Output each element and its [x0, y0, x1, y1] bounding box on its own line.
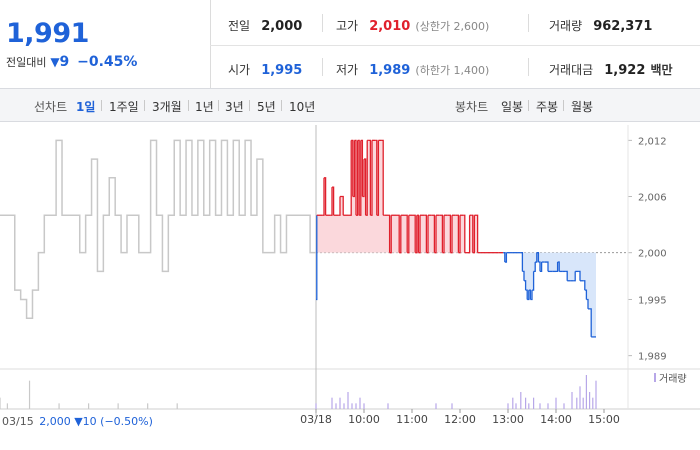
y-tick-label: 2,012	[638, 136, 667, 147]
x-tick-label: 13:00	[492, 413, 524, 426]
today-series-segment	[586, 298, 589, 309]
down-area-fill	[316, 252, 596, 337]
tab-10y[interactable]: 10년	[289, 98, 315, 115]
prev-day-info: 03/15 2,000 ▼10 (−0.50%)	[2, 415, 153, 428]
tab-3y[interactable]: 3년	[225, 98, 244, 115]
stat-open: 시가 1,995	[228, 63, 303, 78]
today-series-segment	[583, 280, 586, 291]
tab-1d[interactable]: 1일	[76, 98, 95, 115]
today-series-segment	[330, 187, 333, 216]
prev-day-close: 2,000	[39, 415, 71, 428]
stat-trade-value: 거래대금 1,922 백만	[549, 63, 673, 78]
tab-separator	[144, 100, 145, 111]
header-divider	[528, 58, 529, 76]
today-series-segment	[468, 215, 471, 254]
stat-value: 1,989	[369, 63, 411, 78]
prev-day-change: ▼10	[74, 415, 97, 428]
down-triangle-icon: ▼	[50, 55, 60, 69]
today-series-segment	[524, 280, 527, 291]
header-divider	[322, 14, 323, 32]
chart-tab-bar: 선차트 1일 1주일 3개월 1년 3년 5년 10년 봉차트 일봉 주봉 월봉	[0, 88, 700, 122]
change-row: 전일대비 ▼9 −0.45%	[6, 54, 137, 70]
stat-value: 2,000	[261, 19, 303, 34]
tab-1w[interactable]: 1주일	[109, 98, 139, 115]
today-series-segment	[584, 289, 588, 300]
x-tick-label: 14:00	[540, 413, 572, 426]
tab-separator	[101, 100, 102, 111]
header-divider	[210, 45, 700, 46]
prev-day-date: 03/15	[2, 415, 34, 428]
prev-day-series	[0, 139, 316, 319]
volume-legend-swatch	[654, 373, 656, 382]
tab-separator	[281, 100, 282, 111]
x-tick-label: 11:00	[396, 413, 428, 426]
prev-day-change-percent: (−0.50%)	[100, 415, 153, 428]
stat-prev-close: 전일 2,000	[228, 19, 303, 34]
today-series-segment	[522, 270, 525, 281]
tab-1y[interactable]: 1년	[195, 98, 214, 115]
tab-5y[interactable]: 5년	[257, 98, 276, 115]
x-tick-label: 12:00	[444, 413, 476, 426]
tab-separator	[249, 100, 250, 111]
stat-high: 고가 2,010 (상한가 2,600)	[336, 19, 490, 34]
today-series-segment	[538, 261, 541, 272]
price-chart: 2,012 2,006 2,000 1,995 1,989 03/18 10:00 11:00…	[0, 125, 700, 426]
today-series-segment	[520, 252, 524, 272]
stat-value: 1,995	[261, 63, 303, 78]
stat-volume: 거래량 962,371	[549, 19, 653, 34]
tab-separator	[528, 100, 529, 111]
today-series-segment	[578, 270, 581, 281]
quote-summary: 1,991 전일대비 ▼9 −0.45%	[0, 0, 210, 88]
candle-chart-label: 봉차트	[455, 100, 489, 114]
tab-monthly-candle[interactable]: 월봉	[571, 98, 593, 115]
tab-weekly-candle[interactable]: 주봉	[536, 98, 558, 115]
y-tick-label: 1,995	[638, 295, 667, 306]
current-price: 1,991	[6, 18, 89, 49]
today-series-segment	[588, 308, 592, 337]
tab-3m[interactable]: 3개월	[152, 98, 182, 115]
today-series-segment	[503, 252, 506, 263]
stat-value: 962,371	[593, 19, 653, 34]
line-chart-label: 선차트	[34, 100, 68, 114]
tab-daily-candle[interactable]: 일봉	[501, 98, 523, 115]
stat-value: 1,922	[604, 63, 646, 78]
tab-separator	[188, 100, 189, 111]
stat-value: 2,010	[369, 19, 411, 34]
x-tick-label: 03/18	[300, 413, 332, 426]
header-divider	[322, 58, 323, 76]
y-tick-label: 1,989	[638, 352, 667, 363]
unit-label: 백만	[650, 63, 673, 77]
change-percent: −0.45%	[77, 54, 138, 70]
y-tick-label: 2,006	[638, 193, 667, 204]
today-series-segment	[525, 289, 528, 300]
x-tick-label: 15:00	[588, 413, 620, 426]
x-tick-label: 10:00	[348, 413, 380, 426]
today-series-segment	[544, 261, 549, 272]
header-divider	[528, 14, 529, 32]
header-divider	[210, 0, 211, 88]
volume-legend-label: 거래량	[659, 373, 687, 385]
upper-limit: (상한가 2,600)	[415, 20, 490, 33]
tab-separator	[563, 100, 564, 111]
stat-low: 저가 1,989 (하한가 1,400)	[336, 63, 490, 78]
today-series-segment	[322, 177, 325, 216]
y-tick-label: 2,000	[638, 249, 667, 260]
lower-limit: (하한가 1,400)	[415, 64, 490, 77]
today-series-segment	[348, 140, 352, 216]
change-value: 9	[59, 54, 70, 70]
today-series-segment	[338, 196, 341, 216]
change-label: 전일대비	[6, 56, 47, 69]
tab-separator	[218, 100, 219, 111]
today-series-segment	[565, 270, 568, 281]
